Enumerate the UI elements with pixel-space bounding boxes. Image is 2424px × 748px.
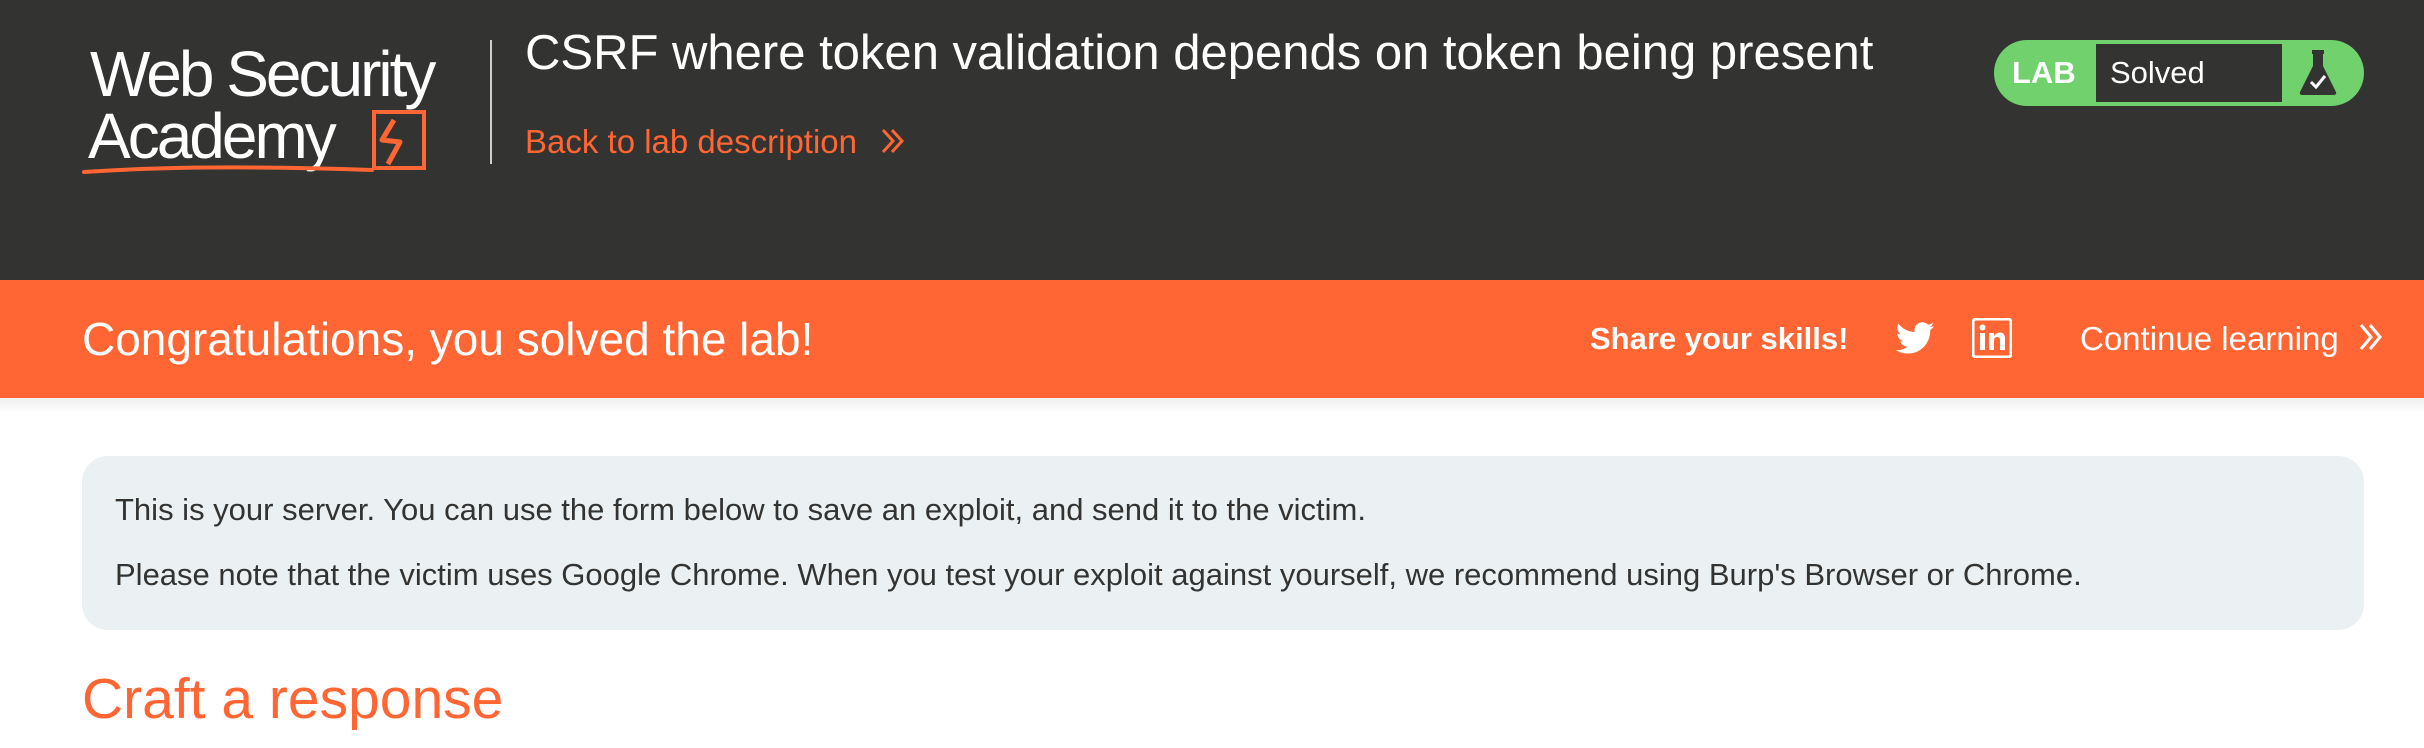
header-divider (490, 40, 492, 164)
double-chevron-right-icon (880, 120, 906, 168)
web-security-academy-logo[interactable]: Web Security Academy (82, 36, 482, 186)
server-info-text: This is your server. You can use the for… (115, 492, 1366, 527)
continue-learning-link[interactable]: Continue learning (2080, 280, 2384, 400)
lab-badge-label: LAB (2012, 55, 2076, 90)
victim-browser-note: Please note that the victim uses Google … (115, 557, 2082, 592)
twitter-icon[interactable] (1894, 318, 1936, 360)
lab-status-box: Solved (2094, 42, 2284, 104)
logo-text-line2: Academy (88, 100, 337, 172)
lab-solved-banner: Congratulations, you solved the lab! Sha… (0, 280, 2424, 398)
back-to-lab-description-link[interactable]: Back to lab description (525, 118, 906, 168)
flask-icon (2294, 48, 2342, 98)
banner-shadow (0, 398, 2424, 414)
linkedin-icon[interactable] (1971, 317, 2013, 359)
lab-status-text: Solved (2110, 55, 2205, 90)
lab-status-badge: LAB Solved (1994, 40, 2364, 106)
server-info-box: This is your server. You can use the for… (82, 456, 2364, 630)
continue-learning-label: Continue learning (2080, 320, 2339, 357)
craft-response-heading: Craft a response (82, 667, 504, 731)
page-header: Web Security Academy CSRF where token va… (0, 0, 2424, 280)
back-link-label: Back to lab description (525, 123, 858, 160)
double-chevron-right-icon (2358, 282, 2384, 400)
share-skills-label: Share your skills! (1590, 321, 1849, 356)
lab-title: CSRF where token validation depends on t… (525, 26, 1874, 80)
solved-message: Congratulations, you solved the lab! (82, 313, 814, 365)
